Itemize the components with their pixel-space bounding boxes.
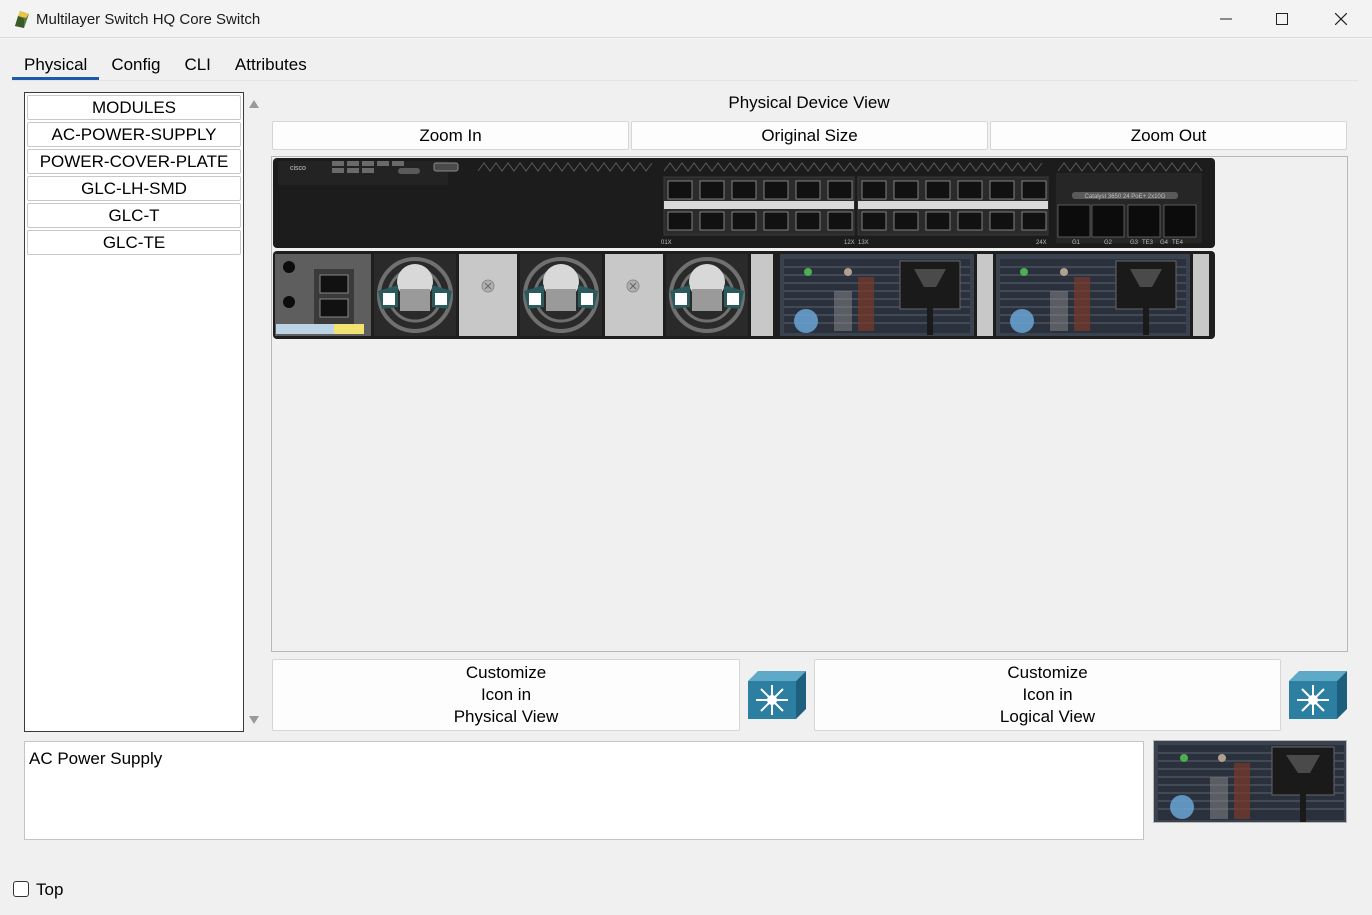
multilayer-switch-icon [1289,671,1347,719]
customize-logical-line-1: Customize [1007,663,1088,682]
module-preview [1153,740,1347,823]
module-item-glc-t[interactable]: GLC-T [27,203,241,228]
zoom-in-button[interactable]: Zoom In [272,121,629,150]
maximize-icon [1276,13,1288,25]
model-label: Catalyst 3650 24 PoE+ 2x10G [1085,194,1166,200]
zoom-out-button[interactable]: Zoom Out [990,121,1347,150]
module-item-glc-lh-smd[interactable]: GLC-LH-SMD [27,176,241,201]
uplink-label-g3: G3 [1130,240,1139,246]
tab-bar: Physical Config CLI Attributes [12,50,319,80]
uplink-label-g4: G4 [1160,240,1169,246]
fan-module-1 [374,254,456,336]
close-icon [1335,13,1347,25]
cisco-logo: cisco [290,165,306,172]
port-label-13x: 13X [858,240,869,246]
multilayer-switch-icon [748,671,806,719]
physical-device-canvas[interactable]: cisco Catalyst 3650 24 PoE+ 2x10G 01X 12… [271,156,1348,652]
switch-rear-panel [273,251,1215,339]
module-item-power-cover-plate[interactable]: POWER-COVER-PLATE [27,149,241,174]
scroll-down-arrow-icon[interactable] [248,714,260,726]
fan-blank-plate-2 [605,254,663,336]
customize-physical-icon-button[interactable]: Customize Icon in Physical View [272,659,740,731]
tab-attributes[interactable]: Attributes [223,50,319,80]
module-item-ac-power-supply[interactable]: AC-POWER-SUPPLY [27,122,241,147]
fan-module-2 [520,254,602,336]
module-item-modules[interactable]: MODULES [27,95,241,120]
console-module [275,254,371,336]
customize-physical-line-2: Icon in [480,685,532,704]
port-label-12x: 12X [844,240,855,246]
uplink-label-te3: TE3 [1142,240,1154,246]
physical-device-view-title: Physical Device View [728,93,890,112]
customize-logical-line-2: Icon in [1022,685,1073,704]
maximize-button[interactable] [1253,0,1311,38]
customize-logical-line-3: Logical View [999,707,1096,726]
original-size-button[interactable]: Original Size [631,121,988,150]
customize-physical-line-3: Physical View [453,707,559,726]
scroll-up-arrow-icon[interactable] [248,98,260,110]
module-description-text: AC Power Supply [29,749,163,768]
uplink-label-g2: G2 [1104,240,1113,246]
minimize-icon [1220,18,1232,20]
top-checkbox[interactable] [13,881,29,897]
customize-physical-line-1: Customize [465,663,547,682]
uplink-label-te4: TE4 [1172,240,1184,246]
module-list[interactable]: MODULES AC-POWER-SUPPLY POWER-COVER-PLAT… [24,92,244,732]
module-description-box: AC Power Supply [24,741,1144,840]
port-label-01x: 01X [661,240,672,246]
module-item-glc-te[interactable]: GLC-TE [27,230,241,255]
port-label-24x: 24X [1036,240,1047,246]
top-checkbox-label: Top [36,880,64,899]
tab-config[interactable]: Config [99,50,172,80]
uplink-label-g1: G1 [1072,240,1081,246]
title-bar[interactable]: Multilayer Switch HQ Core Switch [0,0,1372,38]
customize-logical-icon-button[interactable]: Customize Icon in Logical View [814,659,1281,731]
module-list-scrollbar[interactable] [244,92,264,732]
window-title: Multilayer Switch HQ Core Switch [36,11,261,28]
fan-module-3 [666,254,748,336]
tab-cli[interactable]: CLI [172,50,222,80]
power-supply-1 [780,254,974,336]
tab-physical[interactable]: Physical [12,50,100,80]
packet-tracer-app-icon [15,11,29,28]
minimize-button[interactable] [1197,0,1255,38]
fan-blank-plate-1 [459,254,517,336]
ac-power-supply-module-icon [1154,741,1346,822]
power-supply-2 [996,254,1190,336]
switch-front-panel: cisco Catalyst 3650 24 PoE+ 2x10G 01X 12… [273,158,1215,248]
close-button[interactable] [1312,0,1370,38]
